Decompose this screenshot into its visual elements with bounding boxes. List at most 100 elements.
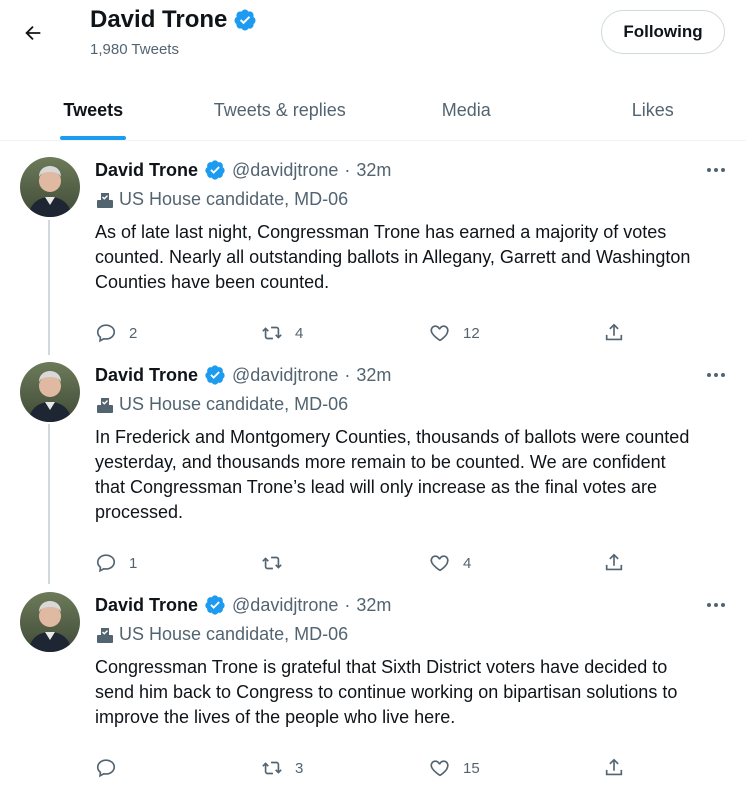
profile-tabs: Tweets Tweets & replies Media Likes — [0, 80, 746, 141]
author-name[interactable]: David Trone — [95, 595, 198, 616]
retweet-icon — [261, 757, 283, 779]
tweet-text-line: yesterday, and thousands more remain to … — [95, 450, 735, 475]
retweet-button[interactable] — [261, 552, 295, 574]
more-dots-icon — [706, 167, 726, 173]
author-handle[interactable]: @davidjtrone — [232, 595, 338, 616]
reply-button[interactable]: 1 — [95, 552, 137, 574]
more-dots-icon — [706, 602, 726, 608]
ballot-box-icon — [95, 625, 115, 645]
tweet-text-line: counted. Nearly all outstanding ballots … — [95, 245, 735, 270]
share-button[interactable] — [603, 757, 625, 779]
tab-label: Media — [442, 100, 491, 121]
tweet[interactable]: David Trone @davidjtrone · 32m — [0, 585, 746, 797]
tweet-text-line: that Congressman Trone’s lead will only … — [95, 475, 735, 500]
reply-button[interactable] — [95, 757, 129, 779]
tab-tweets[interactable]: Tweets — [0, 80, 187, 140]
tweet-count: 1,980 Tweets — [90, 41, 179, 58]
share-icon — [603, 757, 625, 779]
tweet-text-line: improve the lives of the people who live… — [95, 705, 735, 730]
more-options-button[interactable] — [704, 367, 728, 383]
tab-label: Likes — [632, 100, 674, 121]
tweet-text-line: send him back to Congress to continue wo… — [95, 680, 735, 705]
tweet-header: David Trone @davidjtrone · 32m — [95, 159, 391, 181]
separator-dot: · — [344, 160, 350, 181]
tweet-header: David Trone @davidjtrone · 32m — [95, 364, 391, 386]
like-button[interactable]: 15 — [429, 757, 480, 779]
timestamp[interactable]: 32m — [356, 595, 391, 616]
heart-icon — [429, 552, 451, 574]
more-dots-icon — [706, 372, 726, 378]
tweet-text-line: As of late last night, Congressman Trone… — [95, 220, 735, 245]
reply-button[interactable]: 2 — [95, 322, 137, 344]
like-count: 4 — [463, 555, 471, 572]
profile-name-text: David Trone — [90, 6, 227, 34]
active-tab-indicator — [60, 136, 126, 140]
retweet-count: 3 — [295, 760, 303, 777]
candidate-label-text: US House candidate, MD-06 — [119, 624, 348, 645]
timestamp[interactable]: 32m — [356, 365, 391, 386]
retweet-count: 4 — [295, 325, 303, 342]
tweet-text: Congressman Trone is grateful that Sixth… — [95, 655, 735, 730]
candidate-label-text: US House candidate, MD-06 — [119, 394, 348, 415]
verified-badge-icon — [233, 8, 257, 32]
timestamp[interactable]: 32m — [356, 160, 391, 181]
avatar-photo-icon — [20, 157, 80, 217]
reply-count: 1 — [129, 555, 137, 572]
retweet-button[interactable]: 3 — [261, 757, 303, 779]
following-button[interactable]: Following — [601, 10, 725, 54]
candidate-label: US House candidate, MD-06 — [95, 624, 348, 645]
verified-badge-icon — [204, 159, 226, 181]
reply-icon — [95, 757, 117, 779]
avatar-photo-icon — [20, 362, 80, 422]
author-name[interactable]: David Trone — [95, 365, 198, 386]
reply-icon — [95, 322, 117, 344]
heart-icon — [429, 322, 451, 344]
ballot-box-icon — [95, 395, 115, 415]
tweet[interactable]: David Trone @davidjtrone · 32m — [0, 150, 746, 362]
tweet-text: As of late last night, Congressman Trone… — [95, 220, 735, 295]
share-button[interactable] — [603, 322, 625, 344]
share-icon — [603, 552, 625, 574]
tweet-text-line: Counties have been counted. — [95, 270, 735, 295]
like-count: 12 — [463, 325, 480, 342]
avatar[interactable] — [20, 592, 80, 652]
tab-tweets-replies[interactable]: Tweets & replies — [187, 80, 374, 140]
tab-likes[interactable]: Likes — [560, 80, 746, 140]
author-name[interactable]: David Trone — [95, 160, 198, 181]
author-handle[interactable]: @davidjtrone — [232, 160, 338, 181]
retweet-icon — [261, 322, 283, 344]
tweet-text-line: processed. — [95, 500, 735, 525]
tweet[interactable]: David Trone @davidjtrone · 32m — [0, 355, 746, 592]
author-handle[interactable]: @davidjtrone — [232, 365, 338, 386]
avatar[interactable] — [20, 157, 80, 217]
profile-header: David Trone 1,980 Tweets Following — [0, 0, 746, 80]
profile-name: David Trone — [90, 6, 257, 34]
tweet-text-line: Congressman Trone is grateful that Sixth… — [95, 655, 735, 680]
candidate-label: US House candidate, MD-06 — [95, 394, 348, 415]
tab-label: Tweets & replies — [214, 100, 346, 121]
avatar-photo-icon — [20, 592, 80, 652]
share-button[interactable] — [603, 552, 625, 574]
like-button[interactable]: 12 — [429, 322, 480, 344]
like-button[interactable]: 4 — [429, 552, 471, 574]
more-options-button[interactable] — [704, 162, 728, 178]
retweet-icon — [261, 552, 283, 574]
heart-icon — [429, 757, 451, 779]
share-icon — [603, 322, 625, 344]
more-options-button[interactable] — [704, 597, 728, 613]
reply-icon — [95, 552, 117, 574]
tweet-text-line: In Frederick and Montgomery Counties, th… — [95, 425, 735, 450]
tweet-header: David Trone @davidjtrone · 32m — [95, 594, 391, 616]
reply-count: 2 — [129, 325, 137, 342]
separator-dot: · — [344, 595, 350, 616]
back-button[interactable] — [14, 14, 52, 52]
candidate-label: US House candidate, MD-06 — [95, 189, 348, 210]
like-count: 15 — [463, 760, 480, 777]
avatar[interactable] — [20, 362, 80, 422]
verified-badge-icon — [204, 364, 226, 386]
retweet-button[interactable]: 4 — [261, 322, 303, 344]
tweet-text: In Frederick and Montgomery Counties, th… — [95, 425, 735, 525]
separator-dot: · — [344, 365, 350, 386]
back-arrow-icon — [22, 22, 44, 44]
tab-media[interactable]: Media — [373, 80, 560, 140]
